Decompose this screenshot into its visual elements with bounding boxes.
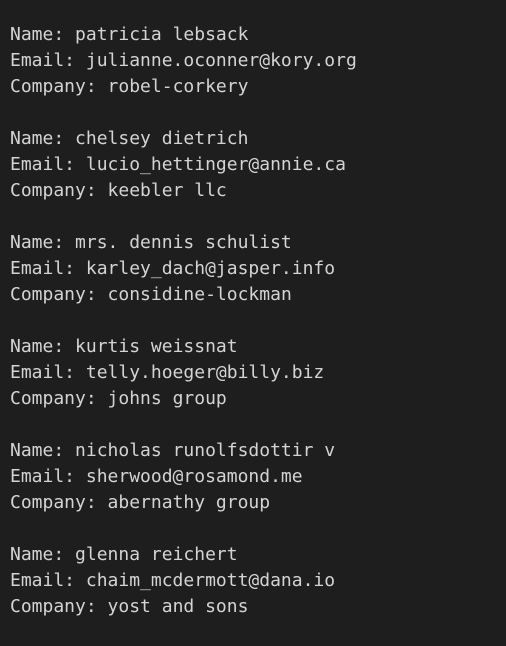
email-line: Email: karley_dach@jasper.info: [10, 256, 500, 282]
email-value: sherwood@rosamond.me: [85, 466, 303, 487]
name-label: Name:: [10, 336, 76, 357]
company-line: Company: robel-corkery: [10, 74, 500, 100]
record-5: Name: nicholas runolfsdottir v Email: sh…: [10, 438, 500, 516]
email-value: karley_dach@jasper.info: [85, 258, 336, 279]
name-line: Name: glenna reichert: [10, 542, 500, 568]
company-line: Company: yost and sons: [10, 594, 500, 620]
company-label: Company:: [10, 596, 108, 617]
name-value: glenna reichert: [75, 544, 238, 565]
name-label: Name:: [10, 24, 76, 45]
email-line: Email: telly.hoeger@billy.biz: [10, 360, 500, 386]
email-label: Email:: [10, 258, 86, 279]
name-value: chelsey dietrich: [75, 128, 249, 149]
company-value: yost and sons: [107, 596, 249, 617]
company-line: Company: considine-lockman: [10, 282, 500, 308]
email-value: chaim_mcdermott@dana.io: [85, 570, 336, 591]
email-label: Email:: [10, 362, 86, 383]
company-label: Company:: [10, 180, 108, 201]
company-line: Company: keebler llc: [10, 178, 500, 204]
company-value: johns group: [107, 388, 227, 409]
terminal-output: Name: patricia lebsack Email: julianne.o…: [10, 22, 500, 646]
name-line: Name: kurtis weissnat: [10, 334, 500, 360]
name-label: Name:: [10, 128, 76, 149]
company-label: Company:: [10, 388, 108, 409]
email-label: Email:: [10, 50, 86, 71]
email-label: Email:: [10, 466, 86, 487]
name-label: Name:: [10, 232, 76, 253]
name-line: Name: nicholas runolfsdottir v: [10, 438, 500, 464]
company-label: Company:: [10, 76, 108, 97]
name-value: kurtis weissnat: [75, 336, 238, 357]
email-line: Email: sherwood@rosamond.me: [10, 464, 500, 490]
record-1: Name: patricia lebsack Email: julianne.o…: [10, 22, 500, 100]
record-3: Name: mrs. dennis schulist Email: karley…: [10, 230, 500, 308]
name-label: Name:: [10, 544, 76, 565]
name-line: Name: chelsey dietrich: [10, 126, 500, 152]
name-value: patricia lebsack: [75, 24, 249, 45]
email-value: telly.hoeger@billy.biz: [85, 362, 325, 383]
record-6: Name: glenna reichert Email: chaim_mcder…: [10, 542, 500, 620]
name-line: Name: patricia lebsack: [10, 22, 500, 48]
company-value: keebler llc: [107, 180, 227, 201]
record-4: Name: kurtis weissnat Email: telly.hoege…: [10, 334, 500, 412]
email-label: Email:: [10, 570, 86, 591]
company-value: abernathy group: [107, 492, 271, 513]
name-label: Name:: [10, 440, 76, 461]
company-value: robel-corkery: [107, 76, 249, 97]
company-label: Company:: [10, 284, 108, 305]
record-2: Name: chelsey dietrich Email: lucio_hett…: [10, 126, 500, 204]
email-label: Email:: [10, 154, 86, 175]
email-line: Email: chaim_mcdermott@dana.io: [10, 568, 500, 594]
email-line: Email: lucio_hettinger@annie.ca: [10, 152, 500, 178]
company-label: Company:: [10, 492, 108, 513]
name-value: nicholas runolfsdottir v: [75, 440, 336, 461]
name-value: mrs. dennis schulist: [75, 232, 292, 253]
name-line: Name: mrs. dennis schulist: [10, 230, 500, 256]
company-line: Company: johns group: [10, 386, 500, 412]
email-line: Email: julianne.oconner@kory.org: [10, 48, 500, 74]
company-line: Company: abernathy group: [10, 490, 500, 516]
email-value: lucio_hettinger@annie.ca: [85, 154, 346, 175]
company-value: considine-lockman: [107, 284, 292, 305]
email-value: julianne.oconner@kory.org: [85, 50, 357, 71]
